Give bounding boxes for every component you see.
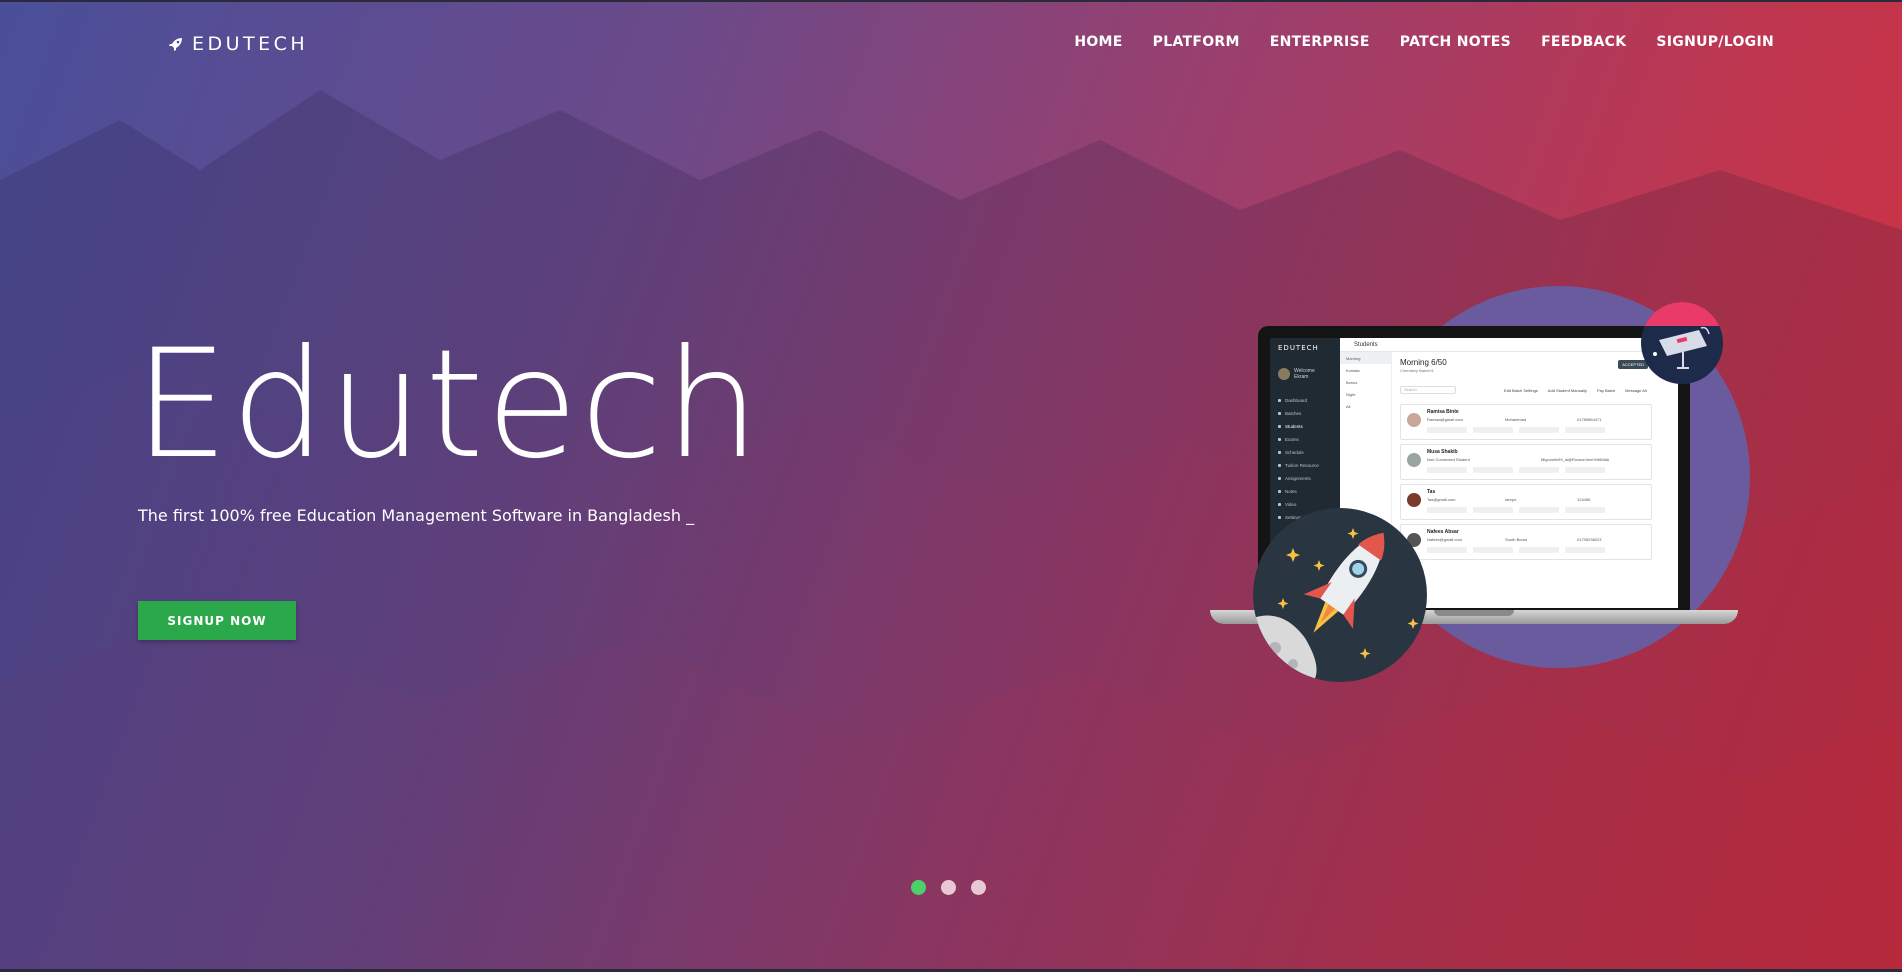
mockup-student-card: Nafees Absar Nafees@gmail.com South Boni… — [1400, 524, 1652, 560]
mockup-nav-item: Students — [1278, 420, 1319, 433]
mockup-action: Pay Batch — [1596, 388, 1616, 393]
mockup-student-card: Tas Tas@gmail.com Iarepo 124456 — [1400, 484, 1652, 520]
hero-title: Edutech — [134, 318, 762, 492]
presentation-badge — [1641, 302, 1723, 384]
mockup-topbar: Students — [1340, 338, 1678, 352]
mockup-student-name: Musa Shakib — [1427, 449, 1458, 455]
mockup-student-card: Musa Shakib Non Connected Student Mignon… — [1400, 444, 1652, 480]
mockup-main-title: Morning 6/50 — [1400, 358, 1447, 367]
mockup-nav-item: Video — [1278, 498, 1319, 511]
presentation-board-icon — [1653, 326, 1710, 369]
mockup-student-info: Mohammad — [1505, 417, 1527, 422]
mockup-actions: Edit Batch Settings Add Student Manually… — [1504, 388, 1647, 393]
mockup-student-avatar — [1407, 413, 1421, 427]
mockup-student-fields — [1427, 547, 1605, 553]
mockup-batch-item: Morning — [1340, 352, 1391, 364]
mockup-avatar — [1278, 368, 1290, 380]
mockup-nav-item: Assignments — [1278, 472, 1319, 485]
mockup-student-info: Mignonlin99_la@Rockon3em%56Ma6 — [1541, 457, 1610, 462]
nav-home[interactable]: HOME — [1074, 34, 1122, 50]
rocket-launch-icon — [1253, 528, 1419, 682]
mockup-brand: EDUTECH — [1278, 344, 1319, 352]
mockup-student-fields — [1427, 427, 1605, 433]
mockup-nav: Dashboard Batches Students Exams Schedul… — [1278, 394, 1319, 524]
mockup-student-email: Non Connected Student — [1427, 457, 1470, 462]
nav-platform[interactable]: PLATFORM — [1153, 34, 1240, 50]
top-border — [0, 0, 1902, 2]
mockup-main-subtitle: Chemistry Batch01 — [1400, 368, 1434, 373]
laptop-notch — [1434, 610, 1514, 616]
slider-dot-3[interactable] — [971, 880, 986, 895]
mockup-action: Edit Batch Settings — [1504, 388, 1538, 393]
mockup-student-name: Tas — [1427, 489, 1436, 495]
mockup-nav-item: Schedule — [1278, 446, 1319, 459]
main-nav: HOME PLATFORM ENTERPRISE PATCH NOTES FEE… — [1074, 34, 1774, 50]
mockup-nav-item: Batches — [1278, 407, 1319, 420]
slider-dot-1[interactable] — [911, 880, 926, 895]
mockup-nav-item: Exams — [1278, 433, 1319, 446]
nav-signup-login[interactable]: SIGNUP/LOGIN — [1656, 34, 1774, 50]
mockup-student-name: Ramisa Binte — [1427, 409, 1459, 415]
mockup-student-phone: 01795236023 — [1577, 537, 1602, 542]
mockup-student-name: Nafees Absar — [1427, 529, 1459, 535]
mockup-student-fields — [1427, 467, 1605, 473]
mockup-student-fields — [1427, 507, 1605, 513]
mockup-page-label: Students — [1354, 342, 1378, 348]
nav-patch-notes[interactable]: PATCH NOTES — [1400, 34, 1511, 50]
nav-enterprise[interactable]: ENTERPRISE — [1270, 34, 1370, 50]
signup-now-button[interactable]: SIGNUP NOW — [138, 601, 296, 640]
brand-name: EDUTECH — [192, 33, 309, 55]
mockup-student-info: South Bonia — [1505, 537, 1527, 542]
rocket-badge — [1253, 508, 1427, 682]
mockup-student-email: Ramisa@gmail.com — [1427, 417, 1463, 422]
mockup-user: Welcome Ekram — [1294, 368, 1315, 380]
mockup-nav-item: Dashboard — [1278, 394, 1319, 407]
mockup-action: Message All — [1625, 388, 1647, 393]
mockup-action: Add Student Manually — [1547, 388, 1587, 393]
mockup-username: Ekram — [1294, 374, 1309, 380]
mockup-batch-item: Night — [1346, 391, 1356, 397]
mockup-batch-item: Bonus — [1346, 379, 1358, 385]
hero-subtitle: The first 100% free Education Management… — [138, 506, 695, 525]
mockup-batch-item: Kuntala — [1346, 367, 1360, 373]
brand-logo[interactable]: EDUTECH — [168, 33, 308, 55]
mockup-student-email: Nafees@gmail.com — [1427, 537, 1462, 542]
mockup-student-avatar — [1407, 453, 1421, 467]
mockup-student-avatar — [1407, 493, 1421, 507]
mockup-nav-item: Notes — [1278, 485, 1319, 498]
slider-dots — [911, 880, 986, 895]
mockup-student-phone: 124456 — [1577, 497, 1591, 502]
mockup-batch-item: All — [1346, 403, 1351, 409]
mockup-student-info: Iarepo — [1505, 497, 1517, 502]
mockup-nav-item: Tuition Resource — [1278, 459, 1319, 472]
mockup-student-email: Tas@gmail.com — [1427, 497, 1456, 502]
slider-dot-2[interactable] — [941, 880, 956, 895]
nav-feedback[interactable]: FEEDBACK — [1541, 34, 1626, 50]
mockup-search: Search — [1400, 386, 1456, 394]
mockup-student-card: Ramisa Binte Ramisa@gmail.com Mohammad 0… — [1400, 404, 1652, 440]
mockup-student-phone: 01789564471 — [1577, 417, 1602, 422]
mockup-main: Morning 6/50 Chemistry Batch01 ACCEPTED … — [1396, 352, 1674, 608]
rocket-icon — [169, 38, 182, 51]
